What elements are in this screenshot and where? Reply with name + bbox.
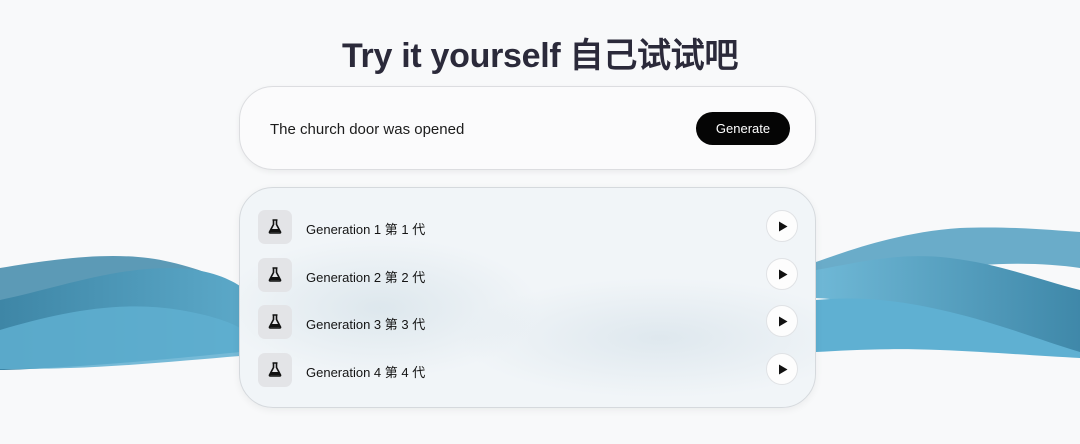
flask-icon xyxy=(258,353,292,387)
generations-list: Generation 1 第 1 代 Generation 2 第 2 代 Ge… xyxy=(239,187,816,408)
page: Try it yourself 自己试试吧 The church door wa… xyxy=(0,0,1080,444)
prompt-input[interactable]: The church door was opened xyxy=(270,121,464,138)
play-button[interactable] xyxy=(766,305,798,337)
play-button[interactable] xyxy=(766,353,798,385)
play-icon xyxy=(779,269,788,280)
flask-icon xyxy=(258,305,292,339)
play-icon xyxy=(779,364,788,375)
generation-label: Generation 4 第 4 代 xyxy=(306,365,426,380)
flask-icon xyxy=(258,210,292,244)
generation-row: Generation 4 第 4 代 xyxy=(258,353,798,387)
play-button[interactable] xyxy=(766,210,798,242)
generation-label: Generation 1 第 1 代 xyxy=(306,222,426,237)
play-button[interactable] xyxy=(766,258,798,290)
prompt-card: The church door was opened Generate xyxy=(239,86,816,170)
generation-row: Generation 1 第 1 代 xyxy=(258,210,798,244)
generate-button[interactable]: Generate xyxy=(696,112,790,145)
flask-icon xyxy=(258,258,292,292)
play-icon xyxy=(779,316,788,327)
page-title: Try it yourself 自己试试吧 xyxy=(341,37,739,75)
generation-row: Generation 3 第 3 代 xyxy=(258,305,798,339)
generation-row: Generation 2 第 2 代 xyxy=(258,258,798,292)
generation-label: Generation 3 第 3 代 xyxy=(306,317,426,332)
play-icon xyxy=(779,221,788,232)
generation-label: Generation 2 第 2 代 xyxy=(306,270,426,285)
